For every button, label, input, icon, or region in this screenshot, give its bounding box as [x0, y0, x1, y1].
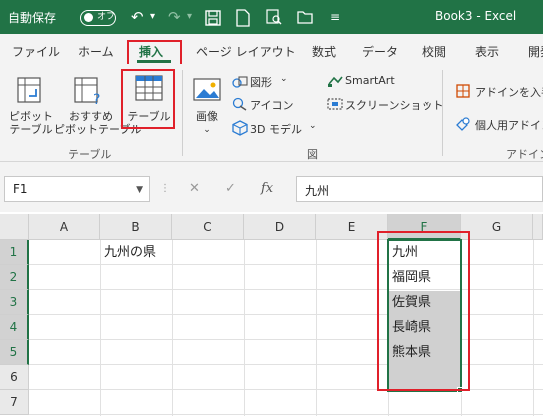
gridline [29, 414, 543, 415]
pivot-table-icon [17, 77, 41, 103]
pivot-table-button[interactable]: ピボット テーブル [8, 110, 54, 136]
autosave-toggle[interactable]: オフ [80, 10, 116, 26]
ribbon-separator [182, 70, 183, 156]
recommended-pivot-button[interactable]: おすすめ ピボットテーブル [54, 110, 141, 136]
column-header-b[interactable]: B [100, 214, 172, 240]
tab-page-layout[interactable]: ページ レイアウト [196, 43, 296, 60]
enter-icon[interactable]: ✓ [225, 181, 236, 196]
icons-button[interactable]: アイコン [250, 97, 293, 113]
row-header-6[interactable]: 6 [0, 365, 29, 390]
column-header-f[interactable]: F [388, 214, 461, 240]
row-header-4[interactable]: 4 [0, 315, 29, 340]
column-header-d[interactable]: D [244, 214, 316, 240]
more-icon: ⋮ [160, 183, 170, 194]
insert-function-icon[interactable]: fx [261, 181, 273, 196]
model3d-button[interactable]: 3D モデル [250, 121, 302, 137]
select-all-corner[interactable] [0, 214, 29, 240]
gridline [29, 314, 543, 315]
image-button[interactable]: 画像 [190, 110, 224, 123]
screenshot-icon [327, 98, 343, 110]
table-group-label: テーブル [68, 148, 112, 161]
tab-home[interactable]: ホーム [78, 43, 114, 60]
formula-content: 九州 [305, 184, 330, 198]
name-box[interactable]: F1 ▼ [4, 176, 150, 202]
title-bar: 自動保存 オフ ↶ ▾ ↷ ▾ ≡ Book3 - Excel [0, 0, 543, 34]
shapes-dropdown-icon[interactable]: ⌄ [280, 74, 288, 84]
tab-review[interactable]: 校閲 [422, 43, 446, 60]
tab-data[interactable]: データ [362, 43, 398, 60]
gridline [29, 364, 543, 365]
document-title: Book3 - Excel [435, 9, 517, 23]
fill-handle[interactable] [457, 387, 463, 393]
autosave-label: 自動保存 [8, 11, 57, 25]
icons-icon [232, 97, 247, 111]
image-icon [193, 78, 221, 101]
toggle-knob [84, 13, 93, 22]
redo-icon[interactable]: ↷ [168, 8, 181, 26]
tab-insert[interactable]: 挿入 [139, 43, 163, 60]
row-header-7[interactable]: 7 [0, 390, 29, 415]
gridline [29, 389, 543, 390]
svg-text:?: ? [93, 92, 100, 106]
get-addins-button[interactable]: アドインを入手 [475, 84, 543, 100]
cell-b1[interactable]: 九州の県 [100, 240, 156, 265]
row-header-2[interactable]: 2 [0, 265, 29, 290]
column-header-g[interactable]: G [461, 214, 533, 240]
tab-file[interactable]: ファイル [12, 43, 60, 60]
column-header-c[interactable]: C [172, 214, 244, 240]
redo-dropdown-icon[interactable]: ▾ [187, 8, 192, 26]
column-header-e[interactable]: E [316, 214, 388, 240]
smartart-button[interactable]: SmartArt [345, 74, 395, 87]
recommended-pivot-icon: ? [74, 77, 100, 106]
ribbon-insert: ピボット テーブル ? おすすめ ピボットテーブル テーブル テーブル 画像 ⌄… [0, 64, 543, 162]
row-header-5[interactable]: 5 [0, 340, 29, 365]
addins-group-label: アドイン [506, 148, 543, 161]
illustrations-group-label: 図 [307, 148, 318, 161]
tab-developer[interactable]: 開発 [528, 43, 543, 60]
ribbon-separator [442, 70, 443, 156]
cancel-icon[interactable]: ✕ [189, 181, 200, 196]
model3d-icon [232, 120, 248, 136]
formula-input[interactable]: 九州 [296, 176, 543, 202]
my-addins-icon [456, 117, 470, 131]
store-icon [456, 84, 470, 98]
save-icon[interactable] [205, 10, 221, 26]
open-folder-icon[interactable] [297, 9, 313, 25]
formula-bar: F1 ▼ ⋮ ✕ ✓ fx 九州 [0, 162, 543, 212]
screenshot-dropdown-icon[interactable]: ⌄ [423, 97, 431, 107]
model3d-dropdown-icon[interactable]: ⌄ [309, 121, 317, 131]
shapes-button[interactable]: 図形 [250, 74, 272, 90]
shapes-icon [232, 76, 248, 88]
gridline [29, 339, 543, 340]
selection-border [387, 239, 462, 392]
my-addins-button[interactable]: 個人用アドイン [475, 117, 543, 133]
gridline [29, 289, 543, 290]
image-dropdown-icon[interactable]: ⌄ [200, 124, 214, 137]
active-tab-indicator [137, 60, 171, 63]
undo-dropdown-icon[interactable]: ▾ [150, 8, 155, 26]
smartart-icon [328, 76, 343, 87]
row-header-3[interactable]: 3 [0, 290, 29, 315]
column-header-h[interactable] [533, 214, 543, 240]
new-file-icon[interactable] [236, 9, 250, 27]
tab-formulas[interactable]: 数式 [312, 43, 336, 60]
worksheet-grid: A B C D E F G 1 2 3 4 5 6 7 九州の県 九州 福岡県 … [0, 214, 543, 416]
column-header-a[interactable]: A [29, 214, 100, 240]
print-preview-icon[interactable] [266, 9, 282, 25]
name-box-value: F1 [13, 182, 28, 196]
autosave-state: オフ [97, 12, 116, 22]
table-icon [135, 75, 163, 101]
customize-qat-icon[interactable]: ≡ [330, 8, 340, 26]
table-button[interactable]: テーブル [124, 110, 174, 123]
ribbon-tabs: ファイル ホーム 挿入 ページ レイアウト 数式 データ 校閲 表示 開発 [0, 34, 543, 64]
tab-view[interactable]: 表示 [475, 43, 499, 60]
name-box-dropdown-icon[interactable]: ▼ [136, 185, 143, 195]
undo-icon[interactable]: ↶ [131, 8, 144, 26]
row-header-1[interactable]: 1 [0, 240, 29, 265]
